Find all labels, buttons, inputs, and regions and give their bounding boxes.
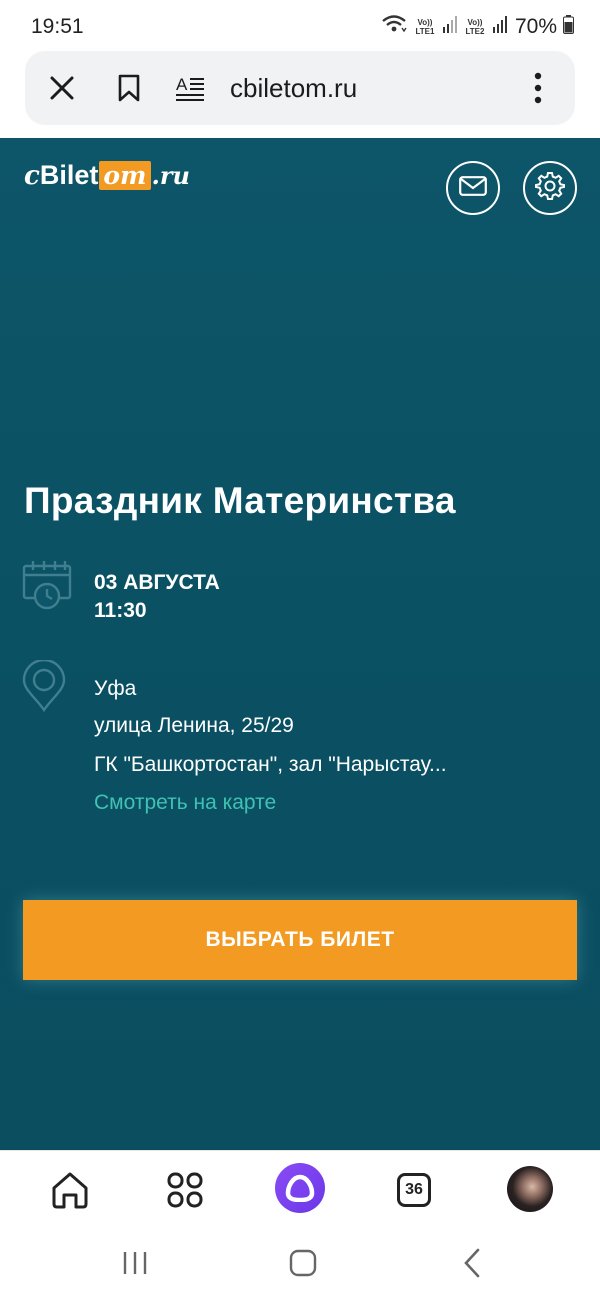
signal-icon-1 — [442, 15, 457, 38]
event-street: улица Ленина, 25/29 — [94, 714, 294, 737]
logo-part-om: om — [99, 161, 151, 190]
status-bar: 19:51 Vo)) LTE1 Vo)) LTE2 70% — [0, 0, 600, 52]
settings-button[interactable] — [523, 161, 577, 215]
status-indicators: Vo)) LTE1 Vo)) LTE2 70% — [381, 14, 574, 39]
mail-button[interactable] — [446, 161, 500, 215]
site-logo[interactable]: c Bilet om .ru — [24, 160, 190, 191]
svg-text:A: A — [176, 75, 188, 94]
sim2-label: Vo)) LTE2 — [465, 17, 485, 36]
tabs-count: 36 — [397, 1173, 431, 1207]
show-on-map-link[interactable]: Смотреть на карте — [94, 791, 276, 815]
browser-address-bar: A cbiletom.ru — [25, 51, 575, 125]
logo-part-ru: .ru — [151, 161, 190, 190]
event-hero: c Bilet om .ru Праздник Материнства 03 А… — [0, 138, 600, 1150]
wifi-icon — [381, 14, 407, 39]
close-icon[interactable] — [43, 69, 81, 107]
apps-grid-icon[interactable] — [160, 1165, 210, 1215]
back-icon[interactable] — [452, 1246, 492, 1280]
event-time: 11:30 — [94, 599, 147, 622]
home-system-icon[interactable] — [283, 1246, 323, 1280]
location-pin-icon — [22, 658, 66, 717]
tabs-icon[interactable]: 36 — [389, 1165, 439, 1215]
logo-part-bilet: Bilet — [39, 160, 99, 190]
event-venue: ГК "Башкортостан", зал "Нарыстау... — [94, 753, 447, 776]
event-city: Уфа — [94, 677, 137, 700]
event-datetime: 03 АВГУСТА 11:30 — [94, 569, 220, 625]
signal-icon-2 — [492, 15, 507, 38]
battery-icon — [563, 14, 574, 39]
status-time: 19:51 — [31, 15, 84, 38]
event-title: Праздник Материнства — [24, 480, 456, 521]
mail-icon — [459, 175, 487, 201]
home-icon[interactable] — [45, 1165, 95, 1215]
settings-icon — [535, 171, 565, 206]
reader-mode-icon[interactable]: A — [171, 69, 209, 107]
alice-assistant-icon[interactable] — [275, 1163, 325, 1213]
sim1-label: Vo)) LTE1 — [415, 17, 435, 36]
calendar-clock-icon — [22, 560, 74, 617]
browser-bottom-nav: 36 — [0, 1150, 600, 1228]
more-vert-icon[interactable] — [519, 69, 557, 107]
url-text[interactable]: cbiletom.ru — [230, 73, 357, 104]
battery-percent: 70% — [514, 14, 557, 38]
bookmark-icon[interactable] — [110, 69, 148, 107]
logo-part-c: c — [24, 161, 40, 191]
recent-apps-icon[interactable] — [115, 1246, 155, 1280]
choose-ticket-button[interactable]: ВЫБРАТЬ БИЛЕТ — [23, 900, 577, 980]
system-navigation-bar — [0, 1228, 600, 1299]
avatar[interactable] — [507, 1166, 553, 1212]
event-date: 03 АВГУСТА — [94, 571, 220, 594]
